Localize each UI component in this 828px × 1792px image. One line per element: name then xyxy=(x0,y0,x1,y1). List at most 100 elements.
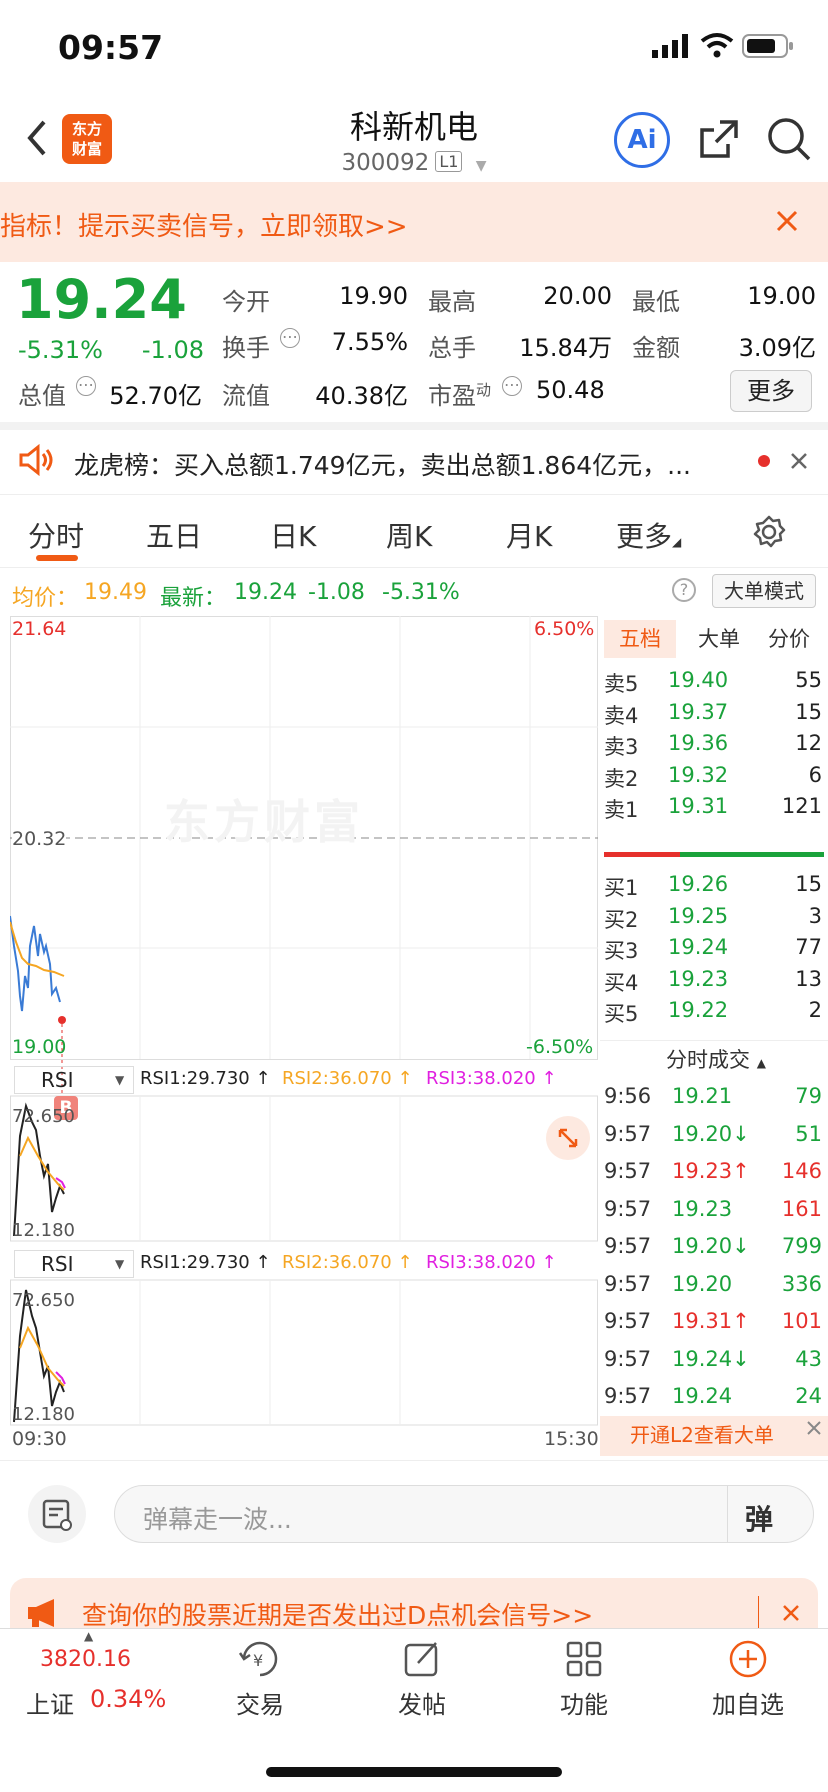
trade-row: 9:56 19.21 79 xyxy=(600,1084,824,1119)
watermark: 东方财富 xyxy=(164,795,364,849)
tab-more[interactable]: 更多◢ xyxy=(616,515,681,555)
l2-banner[interactable]: 开通L2查看大单 xyxy=(600,1416,828,1456)
current-price: 19.24 xyxy=(16,268,187,331)
expand-arrows xyxy=(558,1128,578,1148)
level-price: 19.24 xyxy=(668,935,729,959)
tab-post[interactable]: 发帖 xyxy=(362,1685,482,1720)
lhb-bar[interactable]: 龙虎榜：买入总额1.749亿元，卖出总额1.864亿元，... xyxy=(0,430,828,494)
tab-five-day[interactable]: 五日 xyxy=(146,515,202,555)
post-icon[interactable] xyxy=(402,1639,442,1679)
bid-row: 买3 19.24 77 xyxy=(600,935,824,970)
y-min-label: 19.00 xyxy=(12,1036,67,1058)
tab-big-order[interactable]: 大单 xyxy=(686,620,752,658)
level-label: 买4 xyxy=(604,970,639,995)
divider xyxy=(0,422,828,430)
tab-intraday[interactable]: 分时 xyxy=(28,515,84,555)
level-price: 19.22 xyxy=(668,998,729,1022)
chart-tabs: 分时 五日 日K 周K 月K 更多◢ xyxy=(0,494,828,568)
big-order-mode-button[interactable]: 大单模式 xyxy=(712,574,816,608)
volume-label: 总手 xyxy=(428,334,476,362)
intraday-chart[interactable]: 东方财富 21.64 20.32 19.00 6.50% -6.50% B RS… xyxy=(10,616,599,1450)
change-pct: -5.31% xyxy=(18,336,103,364)
level-volume: 6 xyxy=(808,762,822,787)
rsi-select[interactable]: RSI ▼ xyxy=(14,1250,134,1278)
ai-button[interactable]: Ai xyxy=(614,112,670,168)
ask-row: 卖4 19.37 15 xyxy=(600,700,824,735)
help-icon[interactable]: ? xyxy=(672,578,696,602)
trade-row: 9:57 19.24↓ 43 xyxy=(600,1347,824,1382)
ask-row: 卖5 19.40 55 xyxy=(600,668,824,703)
rsi2-value: RSI2:36.070 ↑ xyxy=(282,1252,413,1273)
tab-trade[interactable]: 交易 xyxy=(200,1685,320,1720)
bottom-tab-bar: ▲ 3820.16 上证 0.34% ¥ 交易 发帖 功能 加自选 xyxy=(0,1628,828,1792)
tab-add-watchlist[interactable]: 加自选 xyxy=(688,1685,808,1720)
tab-month-k[interactable]: 月K xyxy=(506,515,552,555)
trades-title[interactable]: 分时成交 ▲ xyxy=(666,1044,766,1074)
level-price: 19.26 xyxy=(668,872,729,896)
rsi-min-label: 12.180 xyxy=(12,1220,75,1241)
chevron-down-icon: ▼ xyxy=(115,1073,125,1087)
close-icon[interactable] xyxy=(790,452,808,470)
level-label: 买5 xyxy=(604,1002,639,1026)
tab-function[interactable]: 功能 xyxy=(524,1685,644,1720)
danmu-input[interactable]: 弹幕走一波... 弹 xyxy=(114,1485,814,1543)
quote-panel: 19.24 -5.31% -1.08 今开 19.90 最高 20.00 最低 … xyxy=(0,262,828,422)
svg-text:¥: ¥ xyxy=(253,1651,263,1670)
chevron-down-icon: ▼ xyxy=(475,158,487,174)
settings-icon[interactable] xyxy=(752,515,786,549)
danmu-toggle[interactable]: 弹 xyxy=(745,1498,773,1538)
trade-row: 9:57 19.31↑ 101 xyxy=(600,1309,824,1344)
promo-banner[interactable]: 指标！提示买卖信号，立即领取>> xyxy=(0,182,828,262)
share-icon[interactable] xyxy=(698,118,740,160)
tab-day-k[interactable]: 日K xyxy=(270,515,316,555)
index-value[interactable]: 3820.16 xyxy=(40,1647,131,1672)
bid-ask-bar-buy xyxy=(680,852,824,857)
trade-icon[interactable]: ¥ xyxy=(238,1639,282,1679)
pe-label-text: 市盈 xyxy=(428,382,476,410)
expand-icon[interactable] xyxy=(546,1116,590,1160)
level-volume: 12 xyxy=(795,731,822,755)
trade-time: 9:57 xyxy=(604,1346,652,1371)
trade-volume: 161 xyxy=(781,1196,822,1221)
pct-min-label: -6.50% xyxy=(526,1036,594,1058)
tab-price-dist[interactable]: 分价 xyxy=(756,620,822,658)
level-price: 19.31 xyxy=(668,794,729,818)
close-icon[interactable] xyxy=(806,1420,822,1436)
level-label: 卖1 xyxy=(604,798,639,822)
rsi-select-label: RSI xyxy=(41,1252,74,1276)
add-icon[interactable] xyxy=(728,1639,768,1679)
amount-label: 金额 xyxy=(632,334,680,362)
info-icon[interactable]: ⋯ xyxy=(280,328,300,348)
level-label: 买2 xyxy=(604,907,639,932)
open-value: 19.90 xyxy=(339,282,408,310)
rsi-max-label: 72.650 xyxy=(12,1106,75,1127)
tab-week-k[interactable]: 周K xyxy=(386,515,432,555)
danmu-bar: 弹幕走一波... 弹 xyxy=(0,1460,828,1564)
trade-price: 19.24↓ xyxy=(672,1346,750,1371)
info-icon[interactable]: ⋯ xyxy=(502,376,522,396)
close-icon[interactable] xyxy=(782,1604,800,1622)
level-label: 卖4 xyxy=(604,703,639,728)
grid-icon[interactable] xyxy=(564,1639,604,1679)
avg-value: 19.49 xyxy=(84,580,147,605)
index-pct[interactable]: 0.34% xyxy=(90,1685,166,1713)
ask-row: 卖1 19.31 121 xyxy=(600,794,824,829)
search-icon[interactable] xyxy=(766,116,812,162)
trade-time: 9:56 xyxy=(604,1084,652,1108)
rsi-select[interactable]: RSI ▼ xyxy=(14,1066,134,1094)
info-icon[interactable]: ⋯ xyxy=(76,376,96,396)
level-label: 卖5 xyxy=(604,672,639,696)
pe-sup: 动 xyxy=(476,381,492,399)
ad-text: 查询你的股票近期是否发出过D点机会信号>> xyxy=(82,1601,594,1630)
index-name[interactable]: 上证 xyxy=(26,1685,74,1720)
notes-icon[interactable] xyxy=(28,1485,86,1543)
rsi-max-label: 72.650 xyxy=(12,1290,75,1311)
avg-label: 均价： xyxy=(12,586,79,611)
level-price: 19.36 xyxy=(668,731,729,755)
tab-five-levels[interactable]: 五档 xyxy=(604,620,676,658)
more-button[interactable]: 更多 xyxy=(730,370,812,412)
trade-price: 19.20↓ xyxy=(672,1234,750,1258)
divider xyxy=(727,1486,728,1542)
y-mid-label: 20.32 xyxy=(12,828,67,850)
close-icon[interactable] xyxy=(776,210,798,232)
